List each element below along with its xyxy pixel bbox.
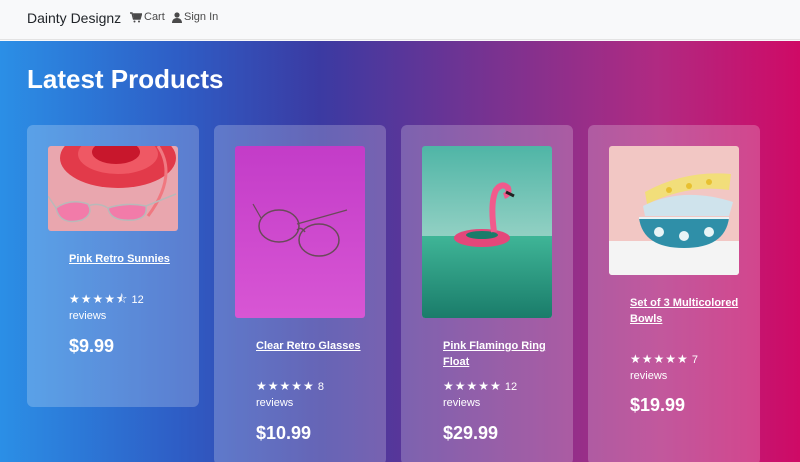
review-count: 12 [131, 294, 144, 306]
review-count: 8 [317, 381, 324, 393]
nav-signin-link[interactable]: Sign In [172, 11, 218, 23]
page-title: Latest Products [27, 64, 224, 94]
product-name-link[interactable]: Set of 3 Multicolored Bowls [630, 295, 740, 327]
product-rating: ★★★★★ 8 reviews [256, 378, 376, 411]
product-card: Pink Retro Sunnies ★★★★⯪ 12 reviews $9.9… [27, 125, 199, 407]
nav-signin-label: Sign In [184, 11, 219, 23]
product-card: Set of 3 Multicolored Bowls ★★★★★ 7 revi… [588, 125, 760, 462]
product-rating: ★★★★⯪ 12 reviews [69, 291, 189, 324]
star-rating-icon: ★★★★★ [443, 379, 502, 393]
review-count: 12 [504, 381, 518, 393]
product-image[interactable] [422, 146, 552, 318]
products-section: Latest Products Pink Retro Sunnies ★★★★⯪… [0, 41, 800, 462]
product-price: $29.99 [443, 423, 499, 443]
star-rating-icon: ★★★★★ [630, 352, 689, 366]
product-image[interactable] [48, 146, 178, 231]
review-label: reviews [69, 310, 107, 322]
product-image[interactable] [609, 146, 739, 275]
star-rating-icon: ★★★★⯪ [69, 292, 129, 306]
review-label: reviews [630, 370, 668, 382]
review-count: 7 [691, 354, 698, 366]
star-rating-icon: ★★★★★ [256, 379, 315, 393]
product-price: $19.99 [630, 395, 686, 415]
product-price: $9.99 [69, 336, 115, 356]
review-label: reviews [443, 397, 481, 409]
cart-icon [130, 11, 142, 23]
product-name-link[interactable]: Pink Flamingo Ring Float [443, 338, 553, 370]
product-rating: ★★★★★ 12 reviews [443, 378, 563, 411]
nav-cart-link[interactable]: Cart [130, 11, 165, 23]
product-image[interactable] [235, 146, 365, 318]
product-card: Clear Retro Glasses ★★★★★ 8 reviews $10.… [214, 125, 386, 462]
nav-cart-label: Cart [144, 11, 165, 23]
product-price: $10.99 [256, 423, 312, 443]
user-icon [172, 11, 182, 23]
review-label: reviews [256, 397, 294, 409]
navbar: Dainty Designz Cart Sign In [0, 0, 800, 40]
product-name-link[interactable]: Clear Retro Glasses [256, 338, 366, 354]
product-name-link[interactable]: Pink Retro Sunnies [69, 251, 179, 267]
product-rating: ★★★★★ 7 reviews [630, 351, 750, 384]
brand-link[interactable]: Dainty Designz [27, 10, 121, 26]
product-card: Pink Flamingo Ring Float ★★★★★ 12 review… [401, 125, 573, 462]
